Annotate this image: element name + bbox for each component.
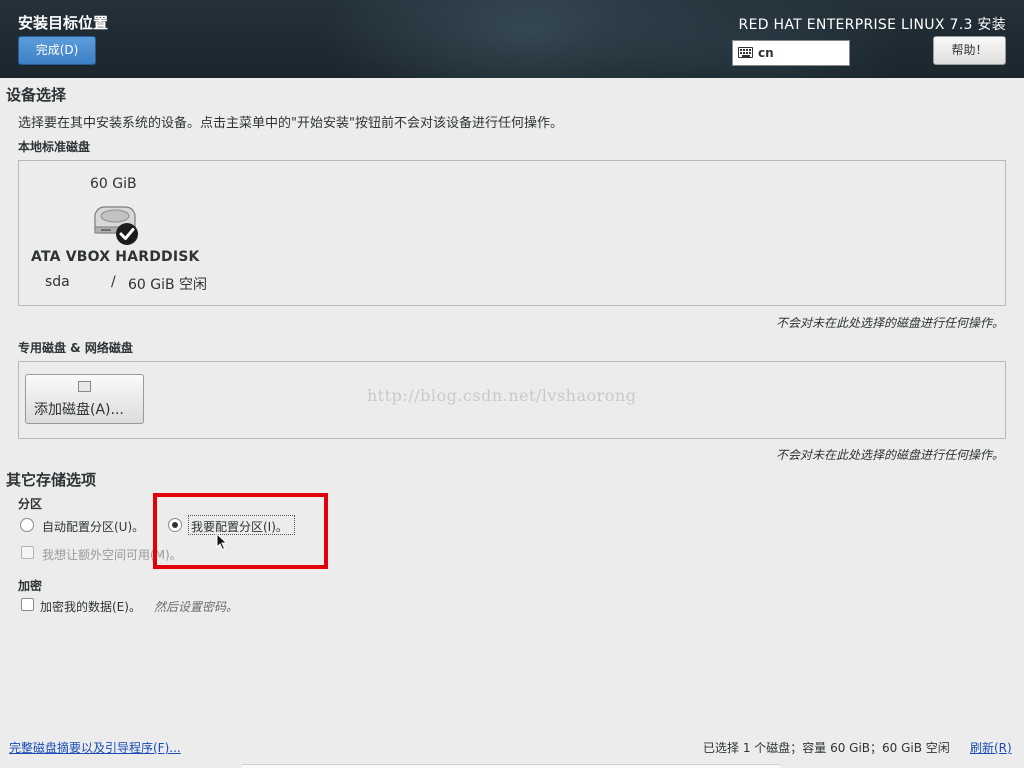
refresh-link[interactable]: 刷新(R) — [970, 739, 1012, 756]
disk-separator: / — [111, 274, 116, 290]
hard-disk-selected-icon — [94, 206, 138, 245]
bottom-edge-strip — [242, 764, 780, 768]
help-button[interactable]: 帮助！ — [933, 36, 1006, 65]
disk-device: sda — [45, 274, 70, 290]
encrypt-hint: 然后设置密码。 — [154, 600, 239, 614]
local-disks-heading: 本地标准磁盘 — [18, 140, 91, 154]
product-title: RED HAT ENTERPRISE LINUX 7.3 安装 — [738, 17, 1006, 33]
disk-free-space: 60 GiB 空闲 — [128, 277, 208, 293]
other-storage-heading: 其它存储选项 — [6, 471, 97, 489]
keyboard-layout-label: cn — [758, 46, 774, 60]
header-bar: 安装目标位置 完成(D) RED HAT ENTERPRISE LINUX 7.… — [0, 0, 1024, 78]
specialized-disks-note: 不会对未在此处选择的磁盘进行任何操作。 — [775, 448, 1004, 462]
local-disks-note: 不会对未在此处选择的磁盘进行任何操作。 — [775, 316, 1004, 330]
watermark: http://blog.csdn.net/lvshaorong — [367, 386, 637, 405]
auto-partition-label[interactable]: 自动配置分区(U)。 — [42, 518, 144, 535]
encrypt-label[interactable]: 加密我的数据(E)。 — [40, 598, 141, 615]
disk-size: 60 GiB — [90, 176, 137, 192]
disk-name: ATA VBOX HARDDISK — [31, 249, 200, 265]
done-button[interactable]: 完成(D) — [18, 36, 96, 65]
device-selection-heading: 设备选择 — [6, 86, 67, 104]
mouse-pointer-icon — [216, 533, 228, 551]
extra-space-checkbox[interactable] — [21, 546, 34, 559]
add-disk-button[interactable]: 添加磁盘(A)... — [25, 374, 144, 424]
selection-status: 已选择 1 个磁盘；容量 60 GiB；60 GiB 空闲 — [703, 741, 950, 755]
partitioning-heading: 分区 — [18, 497, 43, 511]
specialized-disks-heading: 专用磁盘 & 网络磁盘 — [18, 341, 133, 355]
disk-tile-sda[interactable]: 60 GiB ATA VBOX HARDDISK sda / 60 GiB 空闲 — [28, 170, 208, 296]
device-selection-description: 选择要在其中安装系统的设备。点击主菜单中的"开始安装"按钮前不会对该设备进行任何… — [18, 116, 563, 131]
disk-add-icon — [78, 381, 91, 392]
encryption-heading: 加密 — [18, 579, 43, 593]
annotation-highlight-box — [153, 493, 328, 569]
auto-partition-radio[interactable] — [20, 518, 34, 532]
encrypt-checkbox[interactable] — [21, 598, 34, 611]
keyboard-layout-indicator[interactable]: cn — [732, 40, 850, 66]
page-title: 安装目标位置 — [18, 14, 109, 32]
keyboard-icon — [738, 47, 753, 58]
full-disk-summary-link[interactable]: 完整磁盘摘要以及引导程序(F)... — [9, 739, 181, 756]
add-disk-label: 添加磁盘(A)... — [34, 402, 124, 418]
